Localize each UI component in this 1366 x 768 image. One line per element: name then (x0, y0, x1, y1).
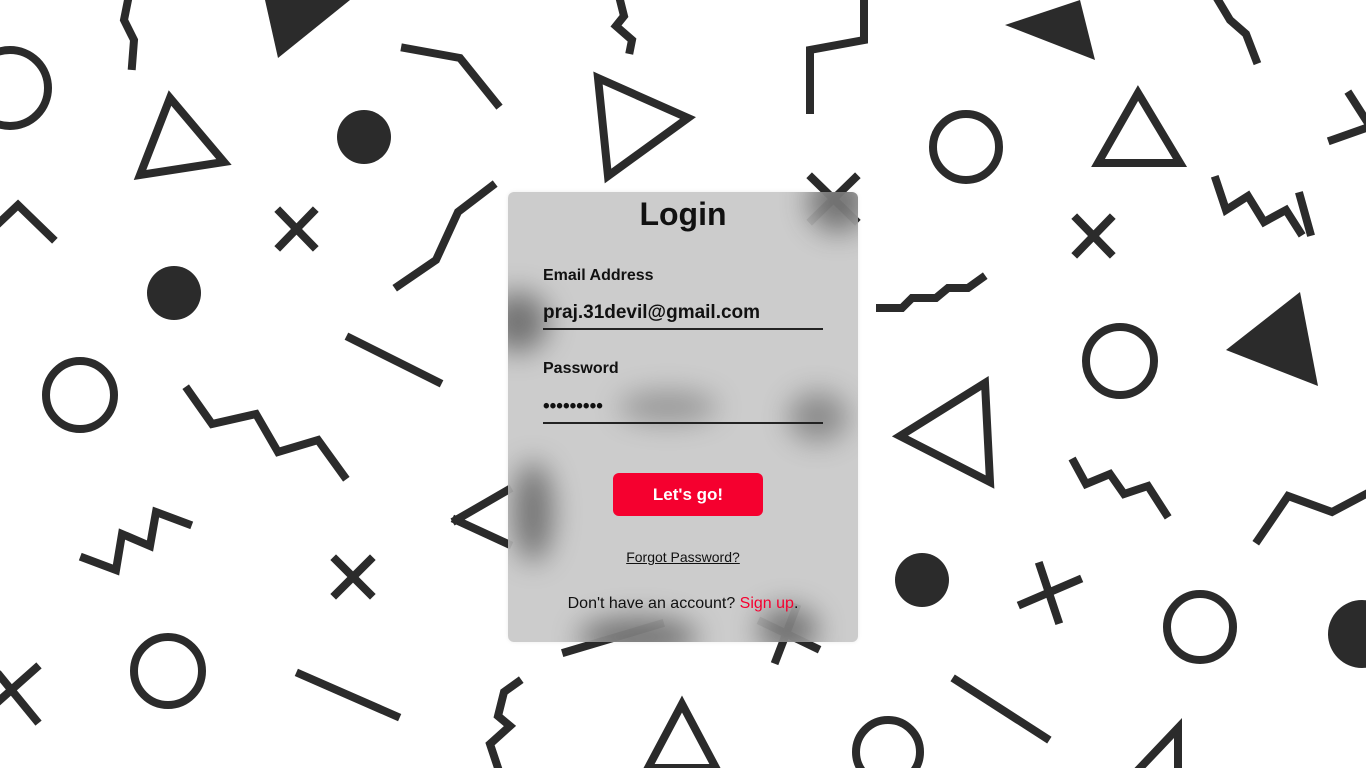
line-shape (450, 484, 514, 526)
line-shape (1344, 89, 1366, 126)
line-shape (950, 674, 1052, 744)
zigzag-shape (485, 676, 524, 768)
forgot-password-link[interactable]: Forgot Password? (508, 549, 858, 565)
line-shape (1326, 123, 1366, 146)
cross-shape (274, 206, 319, 252)
angle-line-shape (1252, 489, 1366, 546)
signup-link[interactable]: Sign up (740, 595, 794, 612)
triangle-outline-shape (643, 695, 721, 768)
signup-prompt: Don't have an account? Sign up. (508, 595, 858, 613)
line-shape (294, 668, 402, 722)
circle-outline-shape (42, 357, 118, 433)
zigzag-shape (182, 384, 350, 482)
cross-shape (330, 554, 376, 600)
circle-outline-shape (1082, 323, 1158, 399)
filled-circle-shape (1328, 600, 1366, 668)
circle-outline-shape (852, 716, 924, 768)
line-shape (1295, 191, 1315, 237)
angle-line-shape (806, 0, 868, 114)
filled-triangle-shape (265, 0, 350, 58)
cross-shape (1071, 213, 1116, 259)
filled-circle-shape (895, 553, 949, 607)
line-shape (450, 514, 514, 550)
angle-line-shape (0, 199, 58, 244)
circle-outline-shape (929, 110, 1003, 184)
signup-prompt-text: Don't have an account? (567, 595, 740, 612)
submit-button[interactable]: Let's go! (613, 473, 763, 516)
filled-triangle-shape (1005, 0, 1095, 60)
zigzag-shape (1210, 174, 1306, 238)
triangle-outline-shape (891, 376, 995, 489)
triangle-outline-shape (133, 90, 232, 181)
zigzag-shape (1068, 456, 1172, 520)
filled-triangle-shape (1226, 292, 1318, 386)
login-title: Login (639, 196, 727, 232)
angle-line-shape (400, 43, 503, 110)
cross-shape (1016, 560, 1084, 626)
password-label: Password (543, 360, 619, 377)
zigzag-shape (119, 0, 139, 71)
filled-circle-shape (147, 266, 201, 320)
line-shape (344, 332, 444, 388)
circle-outline-shape (0, 46, 52, 130)
signup-suffix: . (793, 595, 799, 612)
triangle-outline-shape (1091, 85, 1188, 167)
triangle-outline-shape (593, 71, 696, 184)
angle-line-shape (392, 180, 498, 292)
zigzag-shape (876, 272, 988, 312)
cross-shape (0, 662, 42, 726)
circle-outline-shape (1163, 590, 1237, 664)
filled-circle-shape (337, 110, 391, 164)
email-field[interactable] (543, 298, 823, 330)
angle-line-shape (1134, 717, 1182, 768)
circle-outline-shape (130, 633, 206, 709)
zigzag-shape (1213, 0, 1262, 66)
email-label: Email Address (543, 267, 654, 284)
zigzag-shape (610, 0, 637, 55)
password-field[interactable] (543, 392, 823, 424)
zigzag-shape (78, 506, 194, 576)
login-card: Login Email Address Password Let's go! F… (508, 192, 858, 642)
